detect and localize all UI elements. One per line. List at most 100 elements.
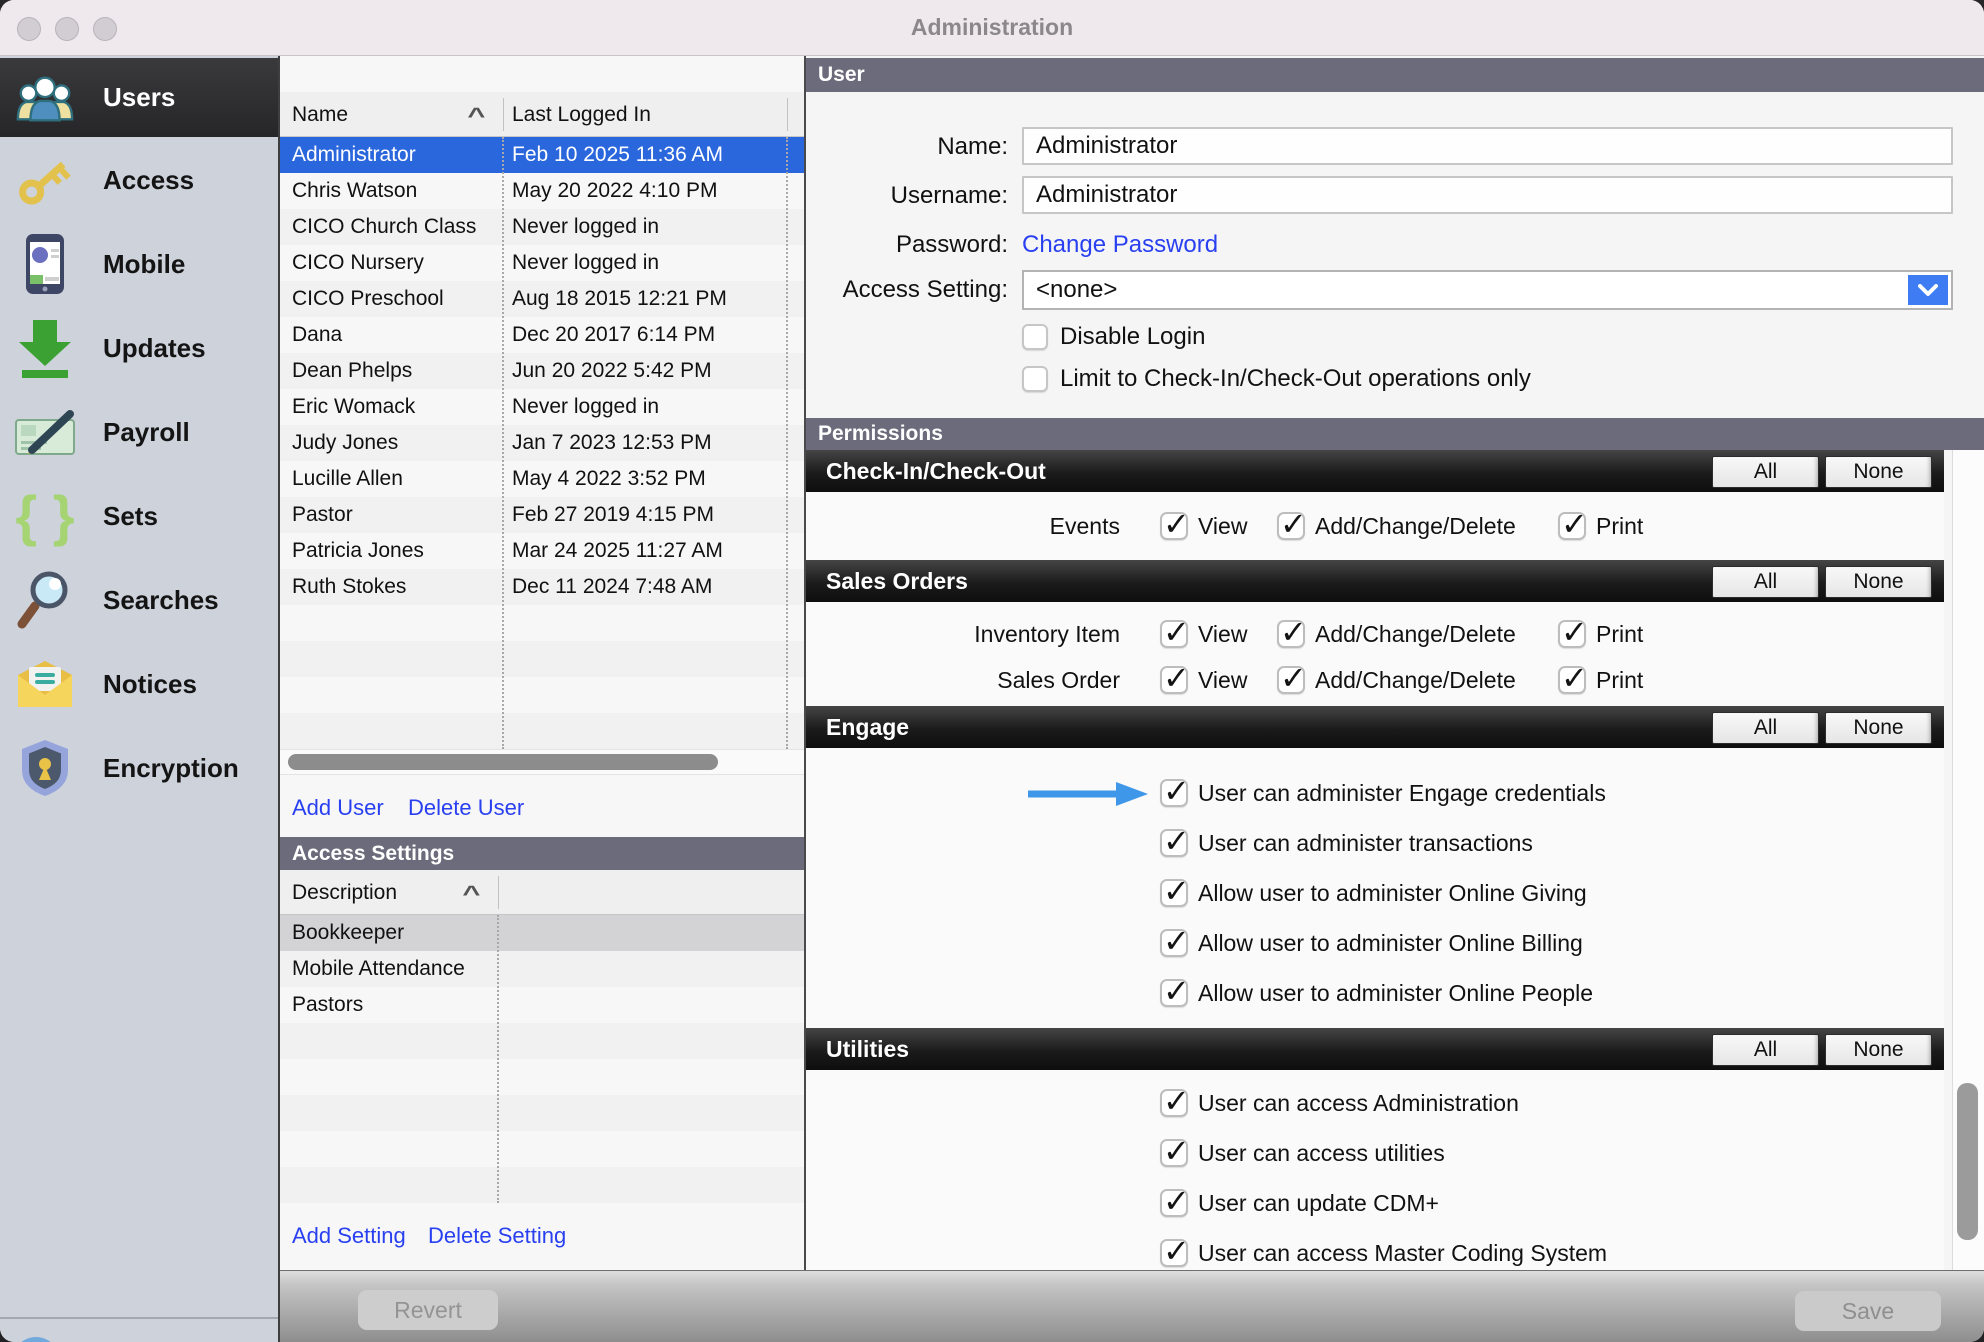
inventory-item-add-change-delete-checkbox[interactable]: ✓ xyxy=(1277,620,1305,648)
name-field[interactable] xyxy=(1022,127,1953,165)
limit-checkin-checkout-checkbox[interactable] xyxy=(1022,366,1048,392)
key-icon xyxy=(12,147,78,213)
sidebar-item-updates[interactable]: Updates xyxy=(0,308,280,388)
events-add-change-delete-checkbox[interactable]: ✓ xyxy=(1277,512,1305,540)
access-administration-checkbox[interactable]: ✓ xyxy=(1160,1089,1188,1117)
sales-order-view-checkbox[interactable]: ✓ xyxy=(1160,666,1188,694)
permissions-vertical-scrollbar-thumb[interactable] xyxy=(1957,1083,1978,1240)
column-separator xyxy=(786,137,788,749)
inventory-item-view-checkbox[interactable]: ✓ xyxy=(1160,620,1188,648)
empty-row xyxy=(280,1167,806,1203)
column-header-description[interactable]: Description xyxy=(292,870,397,915)
user-row-lucille-allen[interactable]: Lucille AllenMay 4 2022 3:52 PM xyxy=(280,461,806,497)
sales-all-button[interactable]: All xyxy=(1712,566,1819,598)
sidebar-divider xyxy=(278,55,280,1342)
engage-permissions-block: ✓ User can administer Engage credentials… xyxy=(806,748,1944,1028)
section-bar-checkin-checkout: Check-In/Check-Out All None xyxy=(806,450,1944,492)
sidebar-item-label: Encryption xyxy=(103,728,239,808)
user-row-judy-jones[interactable]: Judy JonesJan 7 2023 12:53 PM xyxy=(280,425,806,461)
sidebar-item-notices[interactable]: Notices xyxy=(0,644,280,724)
engage-item-label: Allow user to administer Online Giving xyxy=(1198,879,1587,907)
events-print-checkbox[interactable]: ✓ xyxy=(1558,512,1586,540)
access-setting-row-mobile-attendance[interactable]: Mobile Attendance xyxy=(280,951,806,987)
sidebar-item-encryption[interactable]: Encryption xyxy=(0,728,280,808)
access-setting-row-pastors[interactable]: Pastors xyxy=(280,987,806,1023)
collapse-button[interactable]: Collapse xyxy=(104,1337,208,1342)
online-billing-checkbox[interactable]: ✓ xyxy=(1160,929,1188,957)
access-settings-table-header: Description ^ xyxy=(280,870,806,915)
sidebar-item-label: Sets xyxy=(103,476,158,556)
username-field[interactable] xyxy=(1022,176,1953,214)
empty-row xyxy=(280,641,806,677)
name-label: Name: xyxy=(700,127,1008,167)
sort-ascending-icon: ^ xyxy=(467,92,485,137)
access-utilities-checkbox[interactable]: ✓ xyxy=(1160,1139,1188,1167)
engage-credentials-checkbox[interactable]: ✓ xyxy=(1160,779,1188,807)
events-view-checkbox[interactable]: ✓ xyxy=(1160,512,1188,540)
utilities-item-label: User can access Master Coding System xyxy=(1198,1239,1607,1267)
update-cdm-checkbox[interactable]: ✓ xyxy=(1160,1189,1188,1217)
password-label: Password: xyxy=(700,225,1008,265)
user-row-patricia-jones[interactable]: Patricia JonesMar 24 2025 11:27 AM xyxy=(280,533,806,569)
access-setting-row-bookkeeper[interactable]: Bookkeeper xyxy=(280,915,806,951)
sidebar-item-label: Payroll xyxy=(103,392,190,472)
delete-user-button[interactable]: Delete User xyxy=(408,795,524,821)
user-row-ruth-stokes[interactable]: Ruth StokesDec 11 2024 7:48 AM xyxy=(280,569,806,605)
sales-order-add-change-delete-checkbox[interactable]: ✓ xyxy=(1277,666,1305,694)
download-arrow-icon xyxy=(12,315,78,381)
empty-row xyxy=(280,1023,806,1059)
sidebar-item-mobile[interactable]: Mobile xyxy=(0,224,280,304)
online-people-checkbox[interactable]: ✓ xyxy=(1160,979,1188,1007)
add-setting-button[interactable]: Add Setting xyxy=(292,1223,406,1249)
panel-divider[interactable] xyxy=(804,55,806,1270)
sidebar-item-payroll[interactable]: Payroll xyxy=(0,392,280,472)
user-row-eric-womack[interactable]: Eric WomackNever logged in xyxy=(280,389,806,425)
save-button[interactable]: Save xyxy=(1795,1291,1941,1331)
add-user-button[interactable]: Add User xyxy=(292,795,384,821)
sales-order-print-checkbox[interactable]: ✓ xyxy=(1558,666,1586,694)
disable-login-checkbox[interactable] xyxy=(1022,324,1048,350)
utilities-none-button[interactable]: None xyxy=(1825,1034,1932,1066)
chevron-down-icon[interactable] xyxy=(1908,275,1948,305)
online-giving-checkbox[interactable]: ✓ xyxy=(1160,879,1188,907)
column-header-last-logged-in[interactable]: Last Logged In xyxy=(512,92,651,137)
change-password-link[interactable]: Change Password xyxy=(1022,225,1218,265)
shield-lock-icon xyxy=(12,735,78,801)
utilities-item-label: User can update CDM+ xyxy=(1198,1189,1439,1217)
delete-setting-button[interactable]: Delete Setting xyxy=(428,1223,566,1249)
engage-transactions-checkbox[interactable]: ✓ xyxy=(1160,829,1188,857)
envelope-icon xyxy=(12,651,78,717)
access-setting-dropdown[interactable]: <none> xyxy=(1022,270,1953,310)
users-group-icon xyxy=(12,65,78,131)
engage-none-button[interactable]: None xyxy=(1825,712,1932,744)
user-row-dean-phelps[interactable]: Dean PhelpsJun 20 2022 5:42 PM xyxy=(280,353,806,389)
collapse-chevrons-icon[interactable]: « xyxy=(12,1337,60,1342)
checkin-all-button[interactable]: All xyxy=(1712,456,1819,488)
sidebar: Users Access xyxy=(0,55,280,1342)
access-setting-label: Access Setting: xyxy=(700,270,1008,310)
engage-all-button[interactable]: All xyxy=(1712,712,1819,744)
inventory-item-print-checkbox[interactable]: ✓ xyxy=(1558,620,1586,648)
limit-checkin-checkout-label: Limit to Check-In/Check-Out operations o… xyxy=(1060,366,1531,392)
users-horizontal-scrollbar[interactable] xyxy=(280,749,806,775)
utilities-permissions-block: ✓ User can access Administration ✓ User … xyxy=(806,1070,1944,1270)
column-header-name[interactable]: Name xyxy=(292,92,348,137)
mobile-phone-icon xyxy=(12,231,78,297)
user-row-dana[interactable]: DanaDec 20 2017 6:14 PM xyxy=(280,317,806,353)
sales-none-button[interactable]: None xyxy=(1825,566,1932,598)
utilities-all-button[interactable]: All xyxy=(1712,1034,1819,1066)
sidebar-item-users[interactable]: Users xyxy=(0,58,280,137)
revert-button[interactable]: Revert xyxy=(358,1290,498,1330)
checkin-permissions-block: Events ✓ View ✓ Add/Change/Delete ✓ Prin… xyxy=(806,492,1944,560)
sidebar-item-label: Notices xyxy=(103,644,197,724)
sidebar-item-searches[interactable]: Searches xyxy=(0,560,280,640)
user-row-pastor[interactable]: PastorFeb 27 2019 4:15 PM xyxy=(280,497,806,533)
checkin-none-button[interactable]: None xyxy=(1825,456,1932,488)
braces-icon: { } xyxy=(12,483,78,549)
empty-row xyxy=(280,1131,806,1167)
sidebar-item-sets[interactable]: { } Sets xyxy=(0,476,280,556)
users-horizontal-scrollbar-thumb[interactable] xyxy=(288,754,718,770)
master-coding-system-checkbox[interactable]: ✓ xyxy=(1160,1239,1188,1267)
sidebar-item-access[interactable]: Access xyxy=(0,140,280,220)
footer-bar: Revert Save xyxy=(280,1270,1984,1342)
